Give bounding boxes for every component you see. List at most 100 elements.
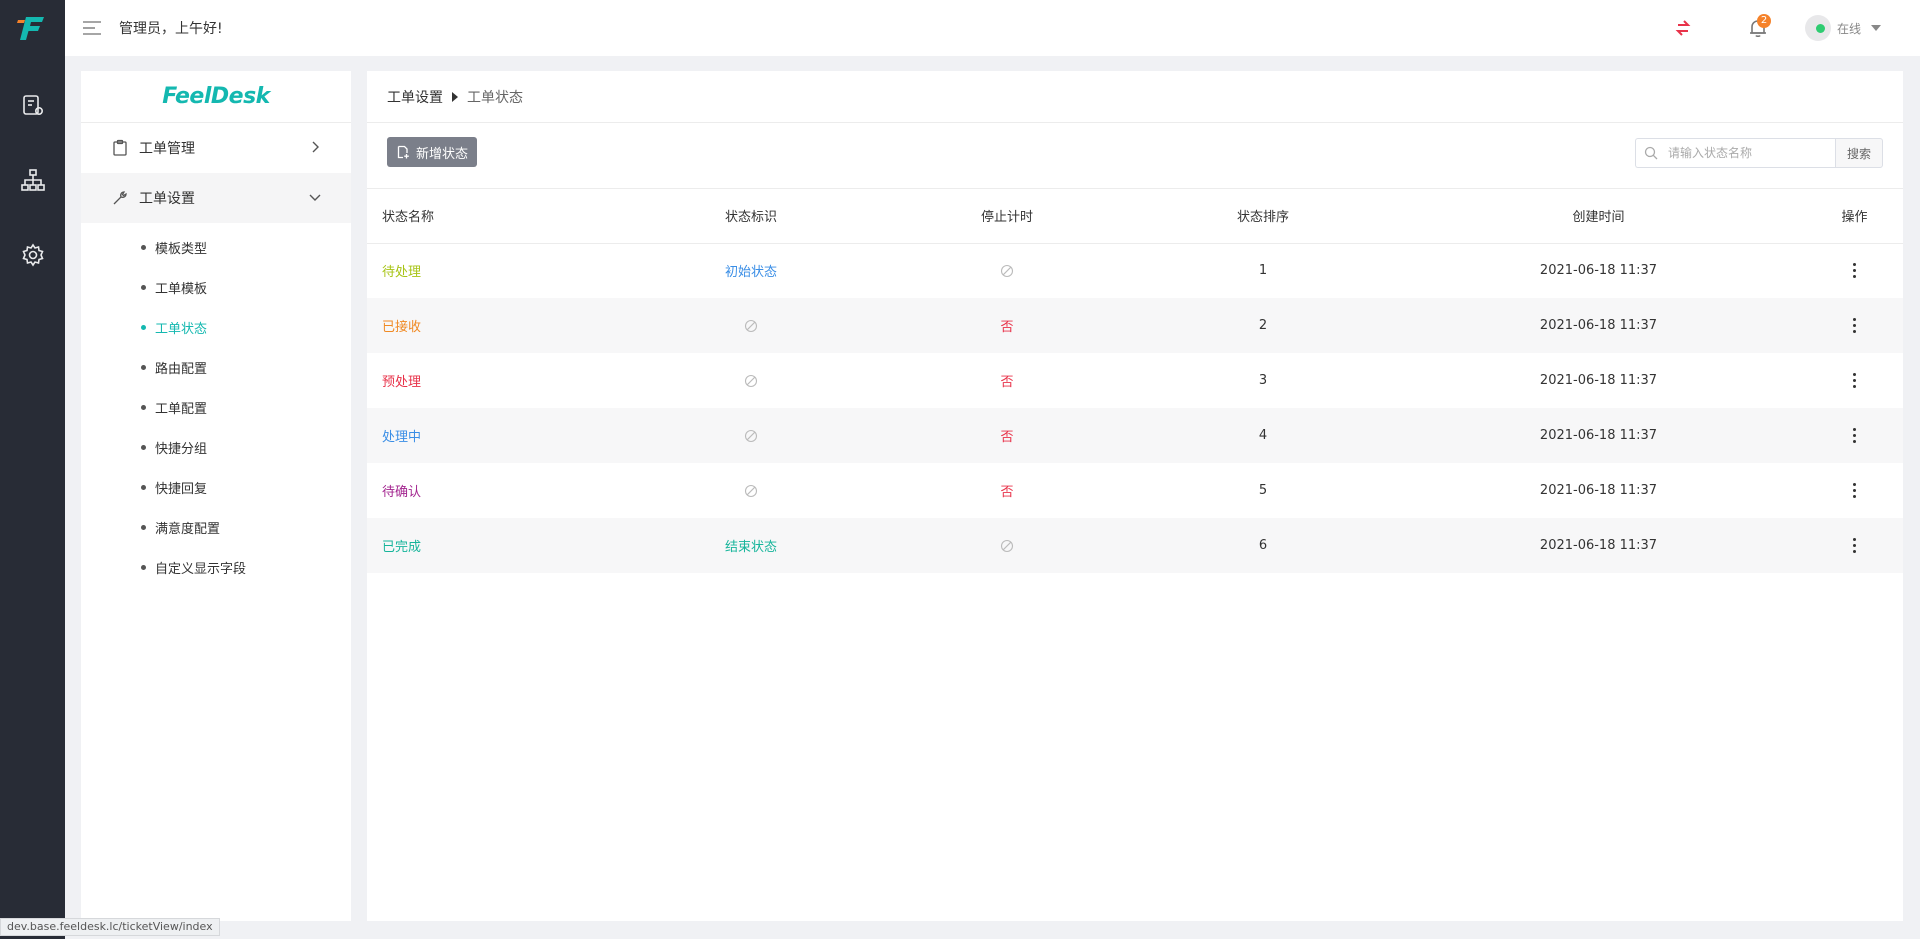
header-status-name: 状态名称 (367, 189, 623, 244)
stop-timing-value: 否 (1000, 430, 1014, 445)
more-actions-icon[interactable] (1850, 538, 1860, 553)
created-time: 2021-06-18 11:37 (1539, 373, 1658, 388)
actions-cell (1806, 408, 1903, 463)
org-chart-rail-icon[interactable] (18, 165, 48, 195)
sidebar-item-ticket-templates[interactable]: 工单模板 (81, 267, 351, 307)
stop-timing-cell: 否 (879, 353, 1135, 408)
more-actions-icon[interactable] (1850, 263, 1860, 279)
search-button[interactable]: 搜索 (1835, 138, 1883, 168)
sidebar-group-label: 工单管理 (139, 141, 195, 157)
caret-down-icon (1871, 25, 1882, 31)
stop-timing-cell: 否 (879, 298, 1135, 353)
sidebar-item-label: 满意度配置 (155, 521, 221, 537)
actions-cell (1806, 518, 1903, 573)
table-header-row: 状态名称 状态标识 停止计时 状态排序 创建时间 操作 (367, 189, 1903, 244)
top-bar: 管理员，上午好! 2 在线 (65, 0, 1920, 56)
header-actions: 操作 (1806, 189, 1903, 244)
sidebar-group-label: 工单设置 (139, 191, 195, 207)
sidebar-item-ticket-status[interactable]: 工单状态 (81, 307, 351, 347)
sidebar-item-ticket-config[interactable]: 工单配置 (81, 387, 351, 427)
add-status-label: 新增状态 (416, 146, 469, 162)
table-row: 处理中 否 4 2021-06-18 11:37 (367, 408, 1903, 463)
sidebar-item-label: 快捷回复 (155, 481, 208, 497)
add-status-button[interactable]: 新增状态 (387, 137, 478, 167)
not-applicable-icon (1000, 263, 1014, 278)
not-applicable-icon (744, 373, 758, 388)
bullet-icon (141, 484, 146, 490)
more-actions-icon[interactable] (1850, 483, 1860, 498)
ticket-settings-rail-icon[interactable] (18, 90, 48, 120)
table-row: 已接收 否 2 2021-06-18 11:37 (367, 298, 1903, 353)
bullet-icon (141, 324, 146, 330)
sidebar-item-quick-replies[interactable]: 快捷回复 (81, 467, 351, 507)
brand-name: FeelDesk (162, 84, 270, 109)
online-status-label: 在线 (1837, 21, 1862, 36)
status-search-input[interactable] (1668, 146, 1828, 160)
table-row: 待确认 否 5 2021-06-18 11:37 (367, 463, 1903, 518)
more-actions-icon[interactable] (1850, 318, 1860, 333)
more-actions-icon[interactable] (1850, 428, 1860, 443)
status-name: 已完成 (382, 540, 422, 555)
created-time: 2021-06-18 11:37 (1391, 298, 1806, 353)
settings-sidebar: FeelDesk 工单管理 工单设置 模板类型 工单模板 工单状态 路由配置 工… (81, 71, 351, 921)
stop-timing-value: 否 (1000, 375, 1014, 390)
bullet-icon (141, 564, 146, 570)
not-applicable-icon (744, 483, 758, 498)
sidebar-item-template-types[interactable]: 模板类型 (81, 227, 351, 267)
add-file-icon (396, 145, 410, 159)
sidebar-item-quick-groups[interactable]: 快捷分组 (81, 427, 351, 467)
status-name-cell: 待处理 (367, 243, 623, 298)
actions-cell (1806, 298, 1903, 353)
app-logo-icon[interactable] (16, 12, 48, 44)
sync-icon[interactable] (1671, 16, 1695, 40)
status-flag-cell (623, 463, 879, 518)
sidebar-sub-menu: 模板类型 工单模板 工单状态 路由配置 工单配置 快捷分组 快捷回复 满意度配置… (81, 223, 351, 587)
status-order: 1 (1258, 263, 1268, 279)
status-flag-cell (623, 408, 879, 463)
created-time: 2021-06-18 11:37 (1391, 518, 1806, 573)
greeting-text: 管理员，上午好! (119, 21, 223, 37)
status-order: 4 (1135, 408, 1391, 463)
sidebar-item-satisfaction[interactable]: 满意度配置 (81, 507, 351, 547)
header-created-time: 创建时间 (1391, 189, 1806, 244)
sidebar-group-ticket-management[interactable]: 工单管理 (81, 123, 351, 173)
status-flag-cell (623, 298, 879, 353)
status-name: 处理中 (382, 430, 422, 445)
sidebar-group-ticket-settings[interactable]: 工单设置 (81, 173, 351, 223)
table-row: 待处理 初始状态 1 2021-06-18 11:37 (367, 243, 1903, 298)
status-name-cell: 已完成 (367, 518, 623, 573)
stop-timing-value: 否 (1000, 320, 1014, 335)
sidebar-item-label: 工单状态 (155, 321, 208, 337)
sidebar-item-label: 路由配置 (155, 361, 208, 377)
status-flag-cell: 初始状态 (623, 243, 879, 298)
chevron-right-icon (309, 141, 321, 153)
clipboard-icon (111, 139, 129, 157)
search-icon (1644, 146, 1658, 160)
online-toggle-icon (1805, 15, 1831, 41)
breadcrumb-parent-link[interactable]: 工单设置 (387, 87, 443, 107)
breadcrumb: 工单设置 工单状态 (367, 71, 1903, 123)
gear-rail-icon[interactable] (18, 240, 48, 270)
sidebar-item-routing[interactable]: 路由配置 (81, 347, 351, 387)
not-applicable-icon (744, 428, 758, 443)
sidebar-item-custom-fields[interactable]: 自定义显示字段 (81, 547, 351, 587)
more-actions-icon[interactable] (1850, 373, 1860, 388)
status-name-cell: 预处理 (367, 353, 623, 408)
sidebar-item-label: 模板类型 (155, 241, 208, 257)
status-order: 3 (1258, 373, 1268, 388)
status-flag-cell (623, 353, 879, 408)
status-name-cell: 待确认 (367, 463, 623, 518)
table-row: 已完成 结束状态 6 2021-06-18 11:37 (367, 518, 1903, 573)
actions-cell (1806, 243, 1903, 298)
online-status-dropdown[interactable]: 在线 (1805, 13, 1882, 43)
menu-toggle-icon[interactable] (82, 19, 102, 37)
sidebar-item-label: 快捷分组 (155, 441, 208, 457)
status-flag-text: 初始状态 (724, 265, 777, 281)
status-name-cell: 已接收 (367, 298, 623, 353)
stop-timing-cell (879, 518, 1135, 573)
status-order: 5 (1258, 483, 1268, 498)
bullet-icon (141, 404, 146, 410)
sidebar-item-label: 工单模板 (155, 281, 208, 297)
chevron-down-icon (309, 191, 321, 203)
not-applicable-icon (744, 318, 758, 333)
